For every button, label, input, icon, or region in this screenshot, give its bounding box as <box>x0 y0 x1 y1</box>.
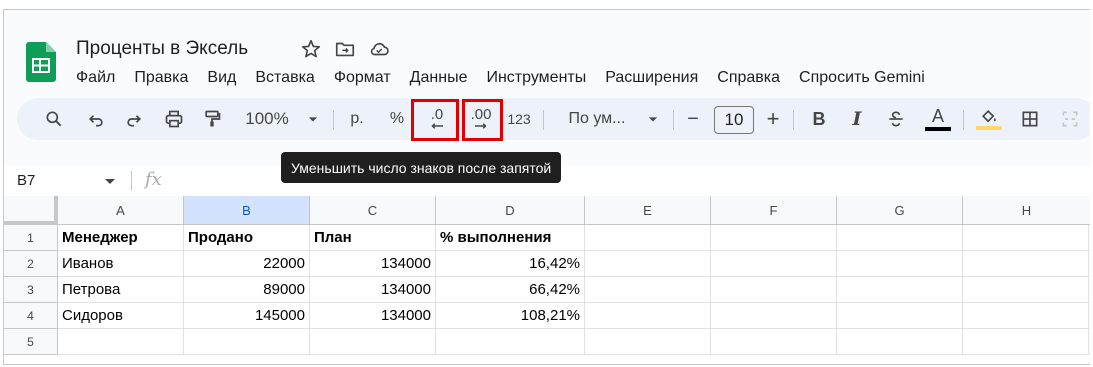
cell-c1[interactable]: План <box>310 225 436 251</box>
column-header-a[interactable]: A <box>58 196 184 225</box>
percent-format-button[interactable]: % <box>387 98 407 140</box>
menu-insert[interactable]: Вставка <box>255 69 314 87</box>
column-header-e[interactable]: E <box>585 196 711 225</box>
print-icon[interactable] <box>161 98 187 140</box>
fill-color-swatch <box>976 126 1002 130</box>
strikethrough-button[interactable] <box>883 98 909 140</box>
menu-data[interactable]: Данные <box>410 69 468 87</box>
row-header-3[interactable]: 3 <box>4 277 58 303</box>
cell-b4[interactable]: 145000 <box>184 303 310 329</box>
column-header-b[interactable]: B <box>184 196 310 225</box>
menu-format[interactable]: Формат <box>334 69 391 87</box>
cell-b5[interactable] <box>184 329 310 355</box>
menu-extensions[interactable]: Расширения <box>605 69 698 87</box>
paint-format-icon[interactable] <box>199 98 225 140</box>
select-all-corner[interactable] <box>4 196 58 225</box>
toolbar: 100% р. % .0 .00 123 По ум... − 10 + B I <box>17 98 1090 140</box>
row-header-2[interactable]: 2 <box>4 251 58 277</box>
font-size-decrease-button[interactable]: − <box>683 98 703 140</box>
bold-button[interactable]: B <box>809 98 829 140</box>
empty-grid-area[interactable] <box>585 225 1090 355</box>
cell-a1[interactable]: Менеджер <box>58 225 184 251</box>
redo-icon[interactable] <box>121 98 147 140</box>
font-select[interactable]: По ум... <box>557 98 637 140</box>
fx-icon: fx <box>145 169 162 190</box>
title-bar: Проценты в Эксель Файл Правка Вид Вставк… <box>4 10 1090 102</box>
formula-divider <box>131 171 132 191</box>
sheets-window: Проценты в Эксель Файл Правка Вид Вставк… <box>3 9 1090 365</box>
name-box-dropdown-icon[interactable] <box>105 179 115 184</box>
menu-bar: Файл Правка Вид Вставка Формат Данные Ин… <box>76 69 944 87</box>
zoom-dropdown-icon[interactable] <box>303 98 323 140</box>
row-header-4[interactable]: 4 <box>4 303 58 329</box>
borders-icon[interactable] <box>1017 98 1043 140</box>
cell-c4[interactable]: 134000 <box>310 303 436 329</box>
sheets-logo-icon[interactable] <box>26 42 56 82</box>
column-header-h[interactable]: H <box>963 196 1090 225</box>
cell-d4[interactable]: 108,21% <box>436 303 585 329</box>
toolbar-divider <box>543 110 544 130</box>
highlight-decrease-decimal <box>411 99 459 141</box>
row-header-1[interactable]: 1 <box>4 225 58 251</box>
toolbar-divider <box>963 110 964 130</box>
toolbar-divider <box>673 110 674 130</box>
cell-d5[interactable] <box>436 329 585 355</box>
italic-button[interactable]: I <box>847 98 867 140</box>
font-size-increase-button[interactable]: + <box>763 98 783 140</box>
font-dropdown-icon[interactable] <box>643 98 663 140</box>
menu-tools[interactable]: Инструменты <box>486 69 586 87</box>
column-header-d[interactable]: D <box>436 196 585 225</box>
text-color-swatch <box>925 127 951 131</box>
zoom-select[interactable]: 100% <box>239 98 295 140</box>
cloud-saved-icon[interactable] <box>368 38 390 60</box>
cell-b1[interactable]: Продано <box>184 225 310 251</box>
more-formats-button[interactable]: 123 <box>505 98 533 140</box>
menu-help[interactable]: Справка <box>717 69 780 87</box>
column-header-g[interactable]: G <box>837 196 963 225</box>
cell-d2[interactable]: 16,42% <box>436 251 585 277</box>
move-folder-icon[interactable] <box>334 38 356 60</box>
fill-color-button[interactable] <box>975 98 1003 140</box>
cell-b2[interactable]: 22000 <box>184 251 310 277</box>
cell-a2[interactable]: Иванов <box>58 251 184 277</box>
font-size-input[interactable]: 10 <box>714 106 754 134</box>
cell-d3[interactable]: 66,42% <box>436 277 585 303</box>
cell-a4[interactable]: Сидоров <box>58 303 184 329</box>
menu-edit[interactable]: Правка <box>134 69 188 87</box>
toolbar-divider <box>333 110 334 130</box>
spreadsheet-grid[interactable]: A B C D E F G H 1 2 3 4 5 Менеджер Прода… <box>4 196 1090 364</box>
tooltip: Уменьшить число знаков после запятой <box>281 152 562 183</box>
cell-d1[interactable]: % выполнения <box>436 225 585 251</box>
menu-file[interactable]: Файл <box>76 69 115 87</box>
text-color-label: A <box>931 106 944 126</box>
cell-a5[interactable] <box>58 329 184 355</box>
menu-view[interactable]: Вид <box>207 69 236 87</box>
cell-a3[interactable]: Петрова <box>58 277 184 303</box>
undo-icon[interactable] <box>83 98 109 140</box>
menu-ask-gemini[interactable]: Спросить Gemini <box>799 69 925 87</box>
cell-b3[interactable]: 89000 <box>184 277 310 303</box>
column-header-f[interactable]: F <box>711 196 837 225</box>
cell-c3[interactable]: 134000 <box>310 277 436 303</box>
name-box[interactable]: B7 <box>17 172 35 189</box>
column-header-c[interactable]: C <box>310 196 436 225</box>
document-title[interactable]: Проценты в Эксель <box>76 38 248 60</box>
row-header-5[interactable]: 5 <box>4 329 58 355</box>
text-color-button[interactable]: A <box>923 98 953 140</box>
highlight-increase-decimal <box>462 99 503 141</box>
cell-c5[interactable] <box>310 329 436 355</box>
currency-format-button[interactable]: р. <box>347 98 367 140</box>
star-icon[interactable] <box>300 38 322 60</box>
search-menus-icon[interactable] <box>41 98 67 140</box>
paint-bucket-icon <box>981 109 996 123</box>
cell-c2[interactable]: 134000 <box>310 251 436 277</box>
merge-cells-icon[interactable] <box>1057 98 1083 140</box>
toolbar-divider <box>793 110 794 130</box>
